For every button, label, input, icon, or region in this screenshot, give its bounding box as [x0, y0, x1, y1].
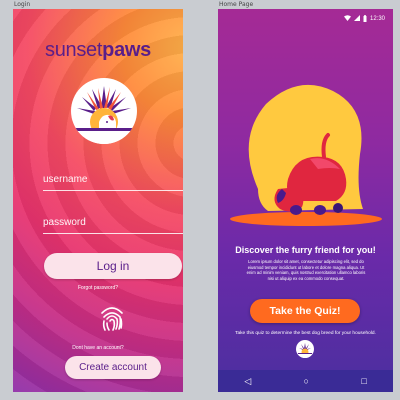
battery-icon [363, 14, 367, 24]
username-input[interactable] [43, 169, 183, 190]
login-screen: sunsetpaws username Log in Forgot passwo… [13, 9, 183, 392]
home-screen: 12:30 Discover the furry friend for you!… [218, 9, 393, 392]
create-account-button[interactable]: Create account [65, 356, 161, 379]
nav-recents-icon[interactable]: □ [361, 376, 366, 386]
wifi-icon [343, 15, 351, 23]
discover-title: Discover the furry friend for you! [235, 245, 376, 255]
nav-back-icon[interactable]: ◁ [244, 376, 251, 387]
brand-part-paws: paws [102, 39, 151, 61]
status-bar: 12:30 [218, 9, 393, 29]
nav-home-icon[interactable]: ○ [304, 376, 309, 386]
frame-label-home: Home Page [219, 1, 254, 8]
status-time: 12:30 [369, 16, 385, 22]
android-nav-bar: ◁ ○ □ [218, 370, 393, 392]
brand-title: sunsetpaws [13, 39, 183, 62]
no-account-text: Dont have an account? [72, 345, 124, 351]
signal-icon [353, 15, 360, 23]
password-field-wrapper [43, 212, 183, 234]
small-logo-icon [296, 340, 314, 358]
sunset-paws-logo-icon [71, 78, 137, 144]
fingerprint-icon[interactable] [95, 301, 129, 335]
dog-illustration [218, 69, 393, 239]
frame-label-login: Login [14, 1, 31, 8]
username-field-wrapper [43, 169, 183, 191]
take-quiz-button[interactable]: Take the Quiz! [250, 299, 360, 323]
description-text: Lorem ipsum dolor sit amet, consectetur … [246, 259, 366, 281]
quiz-description: Take this quiz to determine the best dog… [235, 331, 376, 336]
forgot-password-link[interactable]: Forgot password? [13, 285, 183, 291]
password-input[interactable] [43, 212, 183, 233]
brand-part-sunset: sunset [45, 39, 103, 61]
login-button[interactable]: Log in [44, 253, 182, 279]
